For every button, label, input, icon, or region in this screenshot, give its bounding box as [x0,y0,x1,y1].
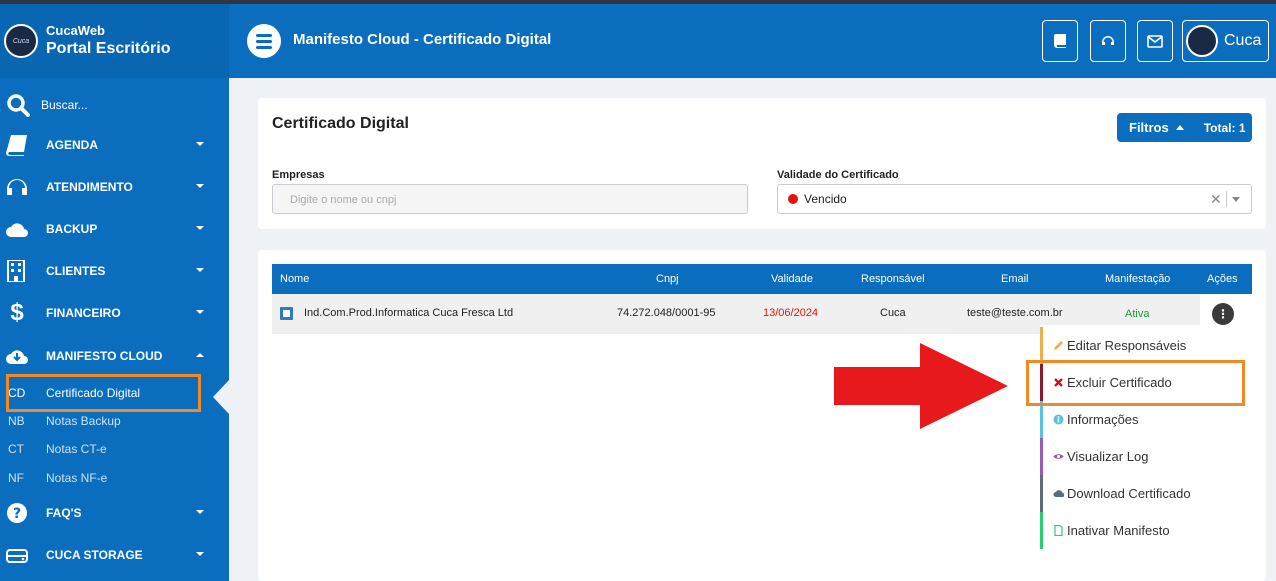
cell-cnpj: 74.272.048/0001-95 [617,307,716,319]
book-icon [1054,34,1066,48]
column-header-cnpj[interactable]: Cnpj [656,273,679,285]
validade-label: Validade do Certificado [777,169,899,181]
sidebar-subitem-notas-backup[interactable]: NB Notas Backup [0,409,229,433]
clear-icon[interactable]: ✕ [1210,191,1222,208]
active-indicator [213,380,229,414]
sidebar-item-financeiro[interactable]: $ FINANCEIRO [0,298,229,328]
menu-item-visualizar-log[interactable]: Visualizar Log [1040,438,1238,475]
card-title: Certificado Digital [272,115,409,132]
search-icon [7,94,30,117]
menu-item-editar-responsaveis[interactable]: Editar Responsáveis [1040,327,1238,364]
messages-button[interactable] [1137,20,1173,62]
brand-subtitle: CucaWeb [46,23,105,38]
eye-icon [1053,454,1064,459]
envelope-icon [1147,34,1163,48]
filter-card: Certificado Digital Filtros Total: 1 Emp… [258,98,1266,229]
info-icon [1053,414,1064,425]
sidebar-search[interactable]: Buscar... [0,90,229,120]
chevron-down-icon [196,552,204,556]
chevron-down-icon [196,268,204,272]
page-title: Manifesto Cloud - Certificado Digital [293,31,552,48]
sidebar-subitem-notas-cte[interactable]: CT Notas CT-e [0,437,229,461]
book-icon [6,135,27,156]
cell-validade: 13/06/2024 [763,307,819,319]
headset-icon [7,179,27,195]
red-arrow-annotation [834,343,1008,429]
sidebar-item-clientes[interactable]: CLIENTES [0,256,229,286]
menu-item-informacoes[interactable]: Informações [1040,401,1238,438]
cell-manifestacao: Ativa [1125,308,1150,320]
chevron-down-icon [196,310,204,314]
cloud-download-icon [1053,490,1064,497]
question-icon: ? [7,503,27,523]
empresas-label: Empresas [272,169,325,181]
chevron-down-icon [196,226,204,230]
chevron-down-icon [196,184,204,188]
validade-select[interactable]: Vencido ✕ [777,184,1252,214]
table-header: Nome Cnpj Validade Responsável Email Man… [272,264,1252,294]
building-icon [7,260,25,282]
book-button[interactable] [1042,20,1078,62]
chevron-down-icon [196,142,204,146]
headset-icon [1102,36,1114,45]
cloud-download-icon [6,350,28,364]
support-button[interactable] [1090,20,1126,62]
sidebar-item-cuca-storage[interactable]: CUCA STORAGE [0,540,229,570]
total-count: Total: 1 [1203,120,1246,135]
sidebar-item-backup[interactable]: BACKUP [0,214,229,244]
empresas-input[interactable]: Digite o nome ou cnpj [272,184,748,214]
user-menu-button[interactable]: Cuca [1182,20,1269,62]
sidebar-item-atendimento[interactable]: ATENDIMENTO [0,172,229,202]
sidebar-item-agenda[interactable]: AGENDA [0,130,229,160]
column-header-nome[interactable]: Nome [280,273,309,285]
chevron-up-icon [196,353,204,357]
column-header-email[interactable]: Email [1001,273,1029,285]
svg-text:?: ? [13,506,21,522]
dollar-icon: $ [10,299,24,326]
cell-nome: Ind.Com.Prod.Informatica Cuca Fresca Ltd [304,307,514,319]
sidebar-subitem-notas-nfe[interactable]: NF Notas NF-e [0,466,229,490]
menu-item-download-certificado[interactable]: Download Certificado [1040,475,1238,512]
brand[interactable]: Cuca CucaWeb Portal Escritório [0,4,229,78]
column-header-acoes: Ações [1207,273,1238,285]
hamburger-menu-icon[interactable] [247,24,281,58]
hdd-icon [6,549,28,563]
search-input[interactable]: Buscar... [41,98,88,112]
sidebar: Buscar... AGENDA ATENDIMENTO BACKUP CLIE… [0,78,229,581]
user-name: Cuca [1224,32,1262,49]
filters-toggle-button[interactable]: Filtros Total: 1 [1117,113,1252,142]
highlight-box-certificado-digital [6,374,201,412]
actions-dropdown-menu: Editar Responsáveis Excluir Certificado … [1040,325,1238,549]
column-header-manifestacao[interactable]: Manifestação [1105,273,1170,285]
cell-email: teste@teste.com.br [967,307,1063,319]
status-dot [788,194,798,204]
actions-kebab-button[interactable]: ⋮ [1212,303,1234,325]
column-header-validade[interactable]: Validade [771,273,813,285]
column-header-responsavel[interactable]: Responsável [861,273,925,285]
menu-item-inativar-manifesto[interactable]: Inativar Manifesto [1040,512,1238,549]
chevron-up-icon [1175,125,1184,130]
document-icon [280,307,293,320]
top-header: Cuca CucaWeb Portal Escritório Manifesto… [0,4,1276,78]
brand-logo: Cuca [4,24,38,58]
chevron-down-icon [196,510,204,514]
pencil-icon [1054,341,1063,350]
sidebar-item-faqs[interactable]: ? FAQ'S [0,498,229,528]
sidebar-item-manifesto-cloud[interactable]: MANIFESTO CLOUD [0,341,229,371]
cloud-icon [6,223,28,237]
highlight-box-excluir-certificado [1026,360,1245,406]
validade-value: Vencido [804,192,847,206]
avatar [1186,25,1218,57]
select-divider [1226,191,1227,207]
chevron-down-icon[interactable] [1232,197,1240,202]
brand-name: Portal Escritório [46,40,171,57]
file-icon [1054,525,1063,536]
cell-responsavel: Cuca [880,307,906,319]
